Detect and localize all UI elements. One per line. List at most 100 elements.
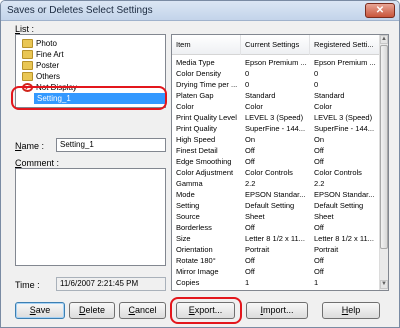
table-cell-registered: Off (314, 256, 324, 265)
list-item-photo[interactable]: Photo (16, 38, 165, 49)
table-cell-current: Letter 8 1/2 x 11... (245, 234, 305, 243)
table-row[interactable]: Drying Time per ... 0 0 (172, 79, 380, 90)
scroll-up-icon[interactable]: ▲ (380, 35, 388, 44)
table-cell-item: Print Quality (176, 124, 217, 133)
table-row[interactable]: Mirror Image Off Off (172, 266, 380, 277)
table-cell-current: Sheet (245, 212, 265, 221)
list-label: List : (15, 24, 35, 34)
settings-list[interactable]: Photo Fine Art Poster Others Not Display… (15, 34, 166, 108)
table-cell-item: Edge Smoothing (176, 157, 232, 166)
help-button[interactable]: Help (322, 302, 380, 319)
folder-icon (22, 50, 33, 59)
comment-label: Comment : (15, 158, 60, 168)
import-button[interactable]: Import... (246, 302, 308, 319)
table-cell-item: High Speed (176, 135, 216, 144)
list-item-others[interactable]: Others (16, 71, 165, 82)
table-cell-current: Off (245, 146, 255, 155)
table-row[interactable]: Print Quality SuperFine - 144... SuperFine… (172, 123, 380, 134)
table-cell-registered: 0 (314, 80, 319, 89)
table-row[interactable]: Print Quality Level LEVEL 3 (Speed) LEVEL … (172, 112, 380, 123)
table-cell-item: Drying Time per ... (176, 80, 238, 89)
table-cell-current: Epson Premium ... (245, 58, 307, 67)
table-cell-registered: 2.2 (314, 179, 325, 188)
table-cell-item: Finest Detail (176, 146, 218, 155)
table-cell-registered: Portrait (314, 245, 339, 254)
table-row[interactable]: Mode EPSON Standar... EPSON Standar... (172, 189, 380, 200)
folder-icon (22, 39, 33, 48)
table-cell-item: Rotate 180° (176, 256, 216, 265)
table-row[interactable]: Setting Default Setting Default Setting (172, 200, 380, 211)
table-cell-registered: Off (314, 157, 324, 166)
table-cell-item: Color Adjustment (176, 168, 234, 177)
table-row[interactable]: Rotate 180° Off Off (172, 255, 380, 266)
table-cell-item: Setting (176, 201, 200, 210)
table-cell-registered: Off (314, 267, 324, 276)
table-cell-registered: Off (314, 146, 324, 155)
list-item-setting-1[interactable]: Setting_1 (34, 93, 165, 104)
table-cell-current: SuperFine - 144... (245, 124, 306, 133)
table-cell-item: Orientation (176, 245, 213, 254)
title-bar[interactable]: Saves or Deletes Select Settings ✕ (1, 1, 399, 21)
export-button[interactable]: Export... (176, 302, 235, 319)
table-cell-item: Size (176, 234, 191, 243)
name-label: Name : (15, 141, 45, 151)
table-row[interactable]: Finest Detail Off Off (172, 145, 380, 156)
scroll-down-icon[interactable]: ▼ (380, 280, 388, 289)
list-item-poster[interactable]: Poster (16, 60, 165, 71)
table-cell-registered: Sheet (314, 212, 334, 221)
delete-button[interactable]: Delete (69, 302, 115, 319)
table-cell-registered: On (314, 135, 325, 144)
table-cell-current: Color Controls (245, 168, 293, 177)
table-cell-registered: Epson Premium ... (314, 58, 376, 67)
list-item-fine-art[interactable]: Fine Art (16, 49, 165, 60)
folder-icon (22, 72, 33, 81)
table-cell-current: Off (245, 157, 255, 166)
table-row[interactable]: Platen Gap Standard Standard (172, 90, 380, 101)
table-cell-current: Standard (245, 91, 276, 100)
table-cell-item: Mirror Image (176, 267, 219, 276)
dialog-window: Saves or Deletes Select Settings ✕ List … (0, 0, 400, 328)
window-title: Saves or Deletes Select Settings (7, 5, 153, 16)
table-row[interactable]: Borderless Off Off (172, 222, 380, 233)
time-value: 11/6/2007 2:21:45 PM (56, 277, 166, 291)
cancel-button[interactable]: Cancel (119, 302, 166, 319)
table-cell-registered: Letter 8 1/2 x 11... (314, 234, 374, 243)
comment-field[interactable] (15, 168, 166, 266)
close-button[interactable]: ✕ (365, 3, 395, 18)
table-cell-registered: 1 (314, 278, 319, 287)
table-row[interactable]: Copies 1 1 (172, 277, 380, 288)
name-field[interactable]: Setting_1 (56, 138, 166, 152)
column-header-current[interactable]: Current Settings (241, 35, 310, 55)
table-row[interactable]: High Speed On On (172, 134, 380, 145)
column-header-registered[interactable]: Registered Setti... (310, 35, 380, 55)
table-cell-current: Default Setting (245, 201, 295, 210)
list-item-not-display[interactable]: Not Display (16, 82, 165, 93)
column-header-item[interactable]: Item (172, 35, 241, 55)
table-cell-registered: Color Controls (314, 168, 362, 177)
table-row[interactable]: Source Sheet Sheet (172, 211, 380, 222)
save-button[interactable]: Save (15, 302, 65, 319)
folder-icon (22, 61, 33, 70)
vertical-scrollbar[interactable]: ▲ ▼ (379, 35, 388, 290)
table-cell-current: Off (245, 223, 255, 232)
table-cell-item: Media Type (176, 58, 215, 67)
time-label: Time : (15, 280, 40, 290)
table-row[interactable]: Orientation Portrait Portrait (172, 244, 380, 255)
table-cell-item: Gamma (176, 179, 203, 188)
table-row[interactable]: Media Type Epson Premium ... Epson Premium… (172, 57, 380, 68)
table-cell-item: Platen Gap (176, 91, 214, 100)
table-cell-item: Source (176, 212, 200, 221)
scrollbar-thumb[interactable] (380, 45, 388, 249)
table-row[interactable]: Color Adjustment Color Controls Color Cont… (172, 167, 380, 178)
table-row[interactable]: Gamma 2.2 2.2 (172, 178, 380, 189)
table-row[interactable]: Color Density 0 0 (172, 68, 380, 79)
table-cell-current: 0 (245, 69, 250, 78)
table-cell-item: Borderless (176, 223, 212, 232)
table-row[interactable]: Size Letter 8 1/2 x 11... Letter 8 1/2 x 1… (172, 233, 380, 244)
table-cell-registered: Standard (314, 91, 345, 100)
settings-table[interactable]: Item Current Settings Registered Setti..… (171, 34, 389, 291)
table-row[interactable]: Edge Smoothing Off Off (172, 156, 380, 167)
table-cell-current: 0 (245, 80, 250, 89)
table-row[interactable]: Color Color Color (172, 101, 380, 112)
table-cell-item: Color Density (176, 69, 222, 78)
